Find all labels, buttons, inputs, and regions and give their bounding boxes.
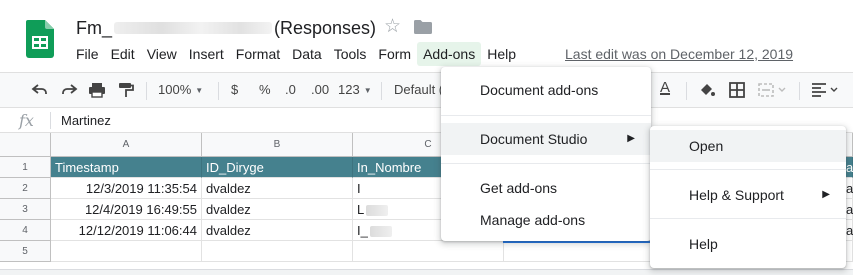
chevron-down-icon: ▼ xyxy=(195,85,204,95)
toolbar-divider xyxy=(799,82,800,100)
font-select[interactable]: Default ( xyxy=(394,81,443,99)
fx-icon: fx xyxy=(19,111,34,130)
menu-item-label: Document Studio xyxy=(480,131,588,147)
title-end: (Responses) xyxy=(274,17,377,38)
column-header-a[interactable]: A xyxy=(51,133,202,157)
zoom-value: 100% xyxy=(158,82,192,97)
submenu-arrow-icon: ▶ xyxy=(627,133,635,144)
document-title[interactable]: Fm_ (Responses) xyxy=(76,15,376,41)
menu-item-get-add-ons[interactable]: Get add-ons xyxy=(441,172,651,204)
menu-bar: File Edit View Insert Format Data Tools … xyxy=(70,42,522,66)
percent-button[interactable]: % xyxy=(259,81,271,99)
horizontal-align-icon[interactable] xyxy=(810,81,844,99)
menu-tools[interactable]: Tools xyxy=(328,42,373,66)
toolbar-divider xyxy=(146,82,147,100)
menu-form[interactable]: Form xyxy=(372,42,417,66)
print-icon[interactable] xyxy=(88,81,106,99)
menu-item-document-studio[interactable]: Document Studio ▶ xyxy=(441,123,651,155)
selection-border xyxy=(503,241,651,243)
cell-name-text: I xyxy=(357,181,361,196)
borders-icon[interactable] xyxy=(728,81,746,99)
cell-name-text: L xyxy=(357,202,365,217)
select-all-corner[interactable] xyxy=(0,133,51,157)
row-header[interactable]: 3 xyxy=(0,199,51,220)
fill-color-icon[interactable] xyxy=(698,81,716,99)
menu-divider xyxy=(650,169,846,170)
redo-icon[interactable] xyxy=(60,81,78,99)
document-studio-submenu: Open Help & Support ▶ Help xyxy=(650,126,846,268)
toolbar: 100% ▼ $ % .0 .00 123 ▼ Default ( A xyxy=(0,72,853,108)
cell-timestamp[interactable]: 12/4/2019 16:49:55 xyxy=(51,199,202,220)
submenu-arrow-icon: ▶ xyxy=(822,189,830,200)
menu-add-ons[interactable]: Add-ons xyxy=(417,42,482,66)
header-cell-id[interactable]: ID_Diryge xyxy=(202,157,353,178)
sheets-logo-icon[interactable] xyxy=(26,20,54,58)
menu-format[interactable]: Format xyxy=(230,42,286,66)
menu-divider xyxy=(441,115,651,116)
menu-divider xyxy=(650,218,846,219)
menu-item-document-add-ons[interactable]: Document add-ons xyxy=(441,74,651,106)
column-header-b[interactable]: B xyxy=(202,133,353,157)
row-header[interactable]: 1 xyxy=(0,157,51,178)
redacted-text xyxy=(366,205,389,217)
clipped-cell-letter: a xyxy=(846,202,853,217)
toolbar-divider xyxy=(381,82,382,100)
cell-timestamp[interactable]: 12/12/2019 11:06:44 xyxy=(51,220,202,241)
submenu-item-help-support[interactable]: Help & Support ▶ xyxy=(650,179,846,211)
cell-name-text: I_ xyxy=(357,223,368,238)
cell-empty[interactable] xyxy=(51,241,202,262)
toolbar-divider xyxy=(218,82,219,100)
menu-item-label: Help & Support xyxy=(689,187,784,203)
star-icon[interactable]: ☆ xyxy=(384,17,401,37)
menu-file[interactable]: File xyxy=(70,42,105,66)
formula-divider xyxy=(50,112,51,129)
menu-divider xyxy=(441,163,651,164)
menu-view[interactable]: View xyxy=(141,42,183,66)
clipped-cell-letter: a xyxy=(846,181,853,196)
menu-data[interactable]: Data xyxy=(286,42,328,66)
menu-item-manage-add-ons[interactable]: Manage add-ons xyxy=(441,204,651,236)
cell-empty[interactable] xyxy=(202,241,353,262)
add-ons-menu: Document add-ons Document Studio ▶ Get a… xyxy=(441,67,651,241)
menu-help[interactable]: Help xyxy=(481,42,522,66)
menu-edit[interactable]: Edit xyxy=(105,42,141,66)
zoom-select[interactable]: 100% ▼ xyxy=(158,81,203,100)
header-cell-timestamp[interactable]: Timestamp xyxy=(51,157,202,178)
currency-button[interactable]: $ xyxy=(231,81,238,99)
menu-insert[interactable]: Insert xyxy=(183,42,230,66)
merge-cells-icon[interactable] xyxy=(757,81,787,99)
row-header[interactable]: 4 xyxy=(0,220,51,241)
text-color-glyph: A xyxy=(660,79,671,96)
folder-icon[interactable] xyxy=(414,20,432,34)
app-header: Fm_ (Responses) ☆ File Edit View Insert … xyxy=(0,0,853,72)
decrease-decimals-button[interactable]: .0 xyxy=(285,81,296,99)
cell-id[interactable]: dvaldez xyxy=(202,220,353,241)
paint-format-icon[interactable] xyxy=(117,81,135,99)
more-formats-button[interactable]: 123 ▼ xyxy=(338,81,372,100)
toolbar-divider xyxy=(686,82,687,100)
chevron-down-icon: ▼ xyxy=(363,85,372,95)
submenu-item-open[interactable]: Open xyxy=(650,130,846,162)
submenu-item-help[interactable]: Help xyxy=(650,228,846,260)
clipped-header-letter: a xyxy=(846,160,853,175)
formula-input[interactable]: Martinez xyxy=(61,113,111,128)
more-formats-label: 123 xyxy=(338,82,360,97)
cell-empty[interactable] xyxy=(353,241,504,262)
undo-icon[interactable] xyxy=(31,81,49,99)
row-header[interactable]: 2 xyxy=(0,178,51,199)
cell-timestamp[interactable]: 12/3/2019 11:35:54 xyxy=(51,178,202,199)
sheet-tabs-bar xyxy=(0,269,853,275)
increase-decimals-button[interactable]: .00 xyxy=(311,81,329,99)
redacted-title-part xyxy=(114,22,272,34)
redacted-text xyxy=(369,226,392,238)
last-edit-link[interactable]: Last edit was on December 12, 2019 xyxy=(565,45,793,63)
cell-id[interactable]: dvaldez xyxy=(202,178,353,199)
clipped-cell-letter: a xyxy=(846,223,853,238)
row-header[interactable]: 5 xyxy=(0,241,51,262)
title-start: Fm_ xyxy=(76,17,112,38)
cell-id[interactable]: dvaldez xyxy=(202,199,353,220)
text-color-button[interactable]: A xyxy=(660,79,670,97)
